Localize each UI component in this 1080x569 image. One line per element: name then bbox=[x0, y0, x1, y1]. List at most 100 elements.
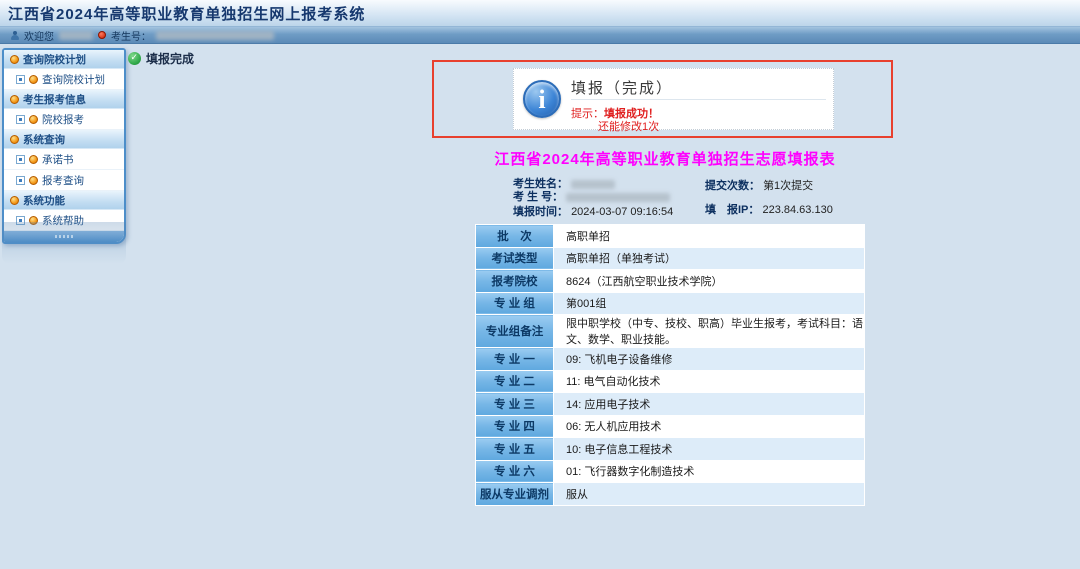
user-icon bbox=[10, 31, 19, 40]
row-label: 专 业 六 bbox=[476, 460, 554, 483]
sidebar-group-header[interactable]: 查询院校计划 bbox=[4, 50, 124, 69]
info-icon bbox=[523, 80, 561, 118]
table-row: 考试类型 高职单招（单独考试） bbox=[476, 247, 865, 270]
table-row: 专 业 一 09: 飞机电子设备维修 bbox=[476, 348, 865, 371]
row-value: 限中职学校（中专、技校、职高）毕业生报考，考试科目：语文、数学、职业技能。 bbox=[554, 315, 865, 348]
info-left-column: 考生姓名： 考 生 号： 填报时间： 2024-03-07 09:16:54 bbox=[513, 178, 673, 219]
sidebar-group-header[interactable]: 系统功能 bbox=[4, 191, 124, 210]
application-table-body: 批 次 高职单招 考试类型 高职单招（单独考试） 报考院校 8624（江西航空职… bbox=[476, 225, 865, 506]
table-row: 批 次 高职单招 bbox=[476, 225, 865, 248]
row-value: 09: 飞机电子设备维修 bbox=[554, 348, 865, 371]
row-label: 专 业 二 bbox=[476, 370, 554, 393]
row-label: 专 业 四 bbox=[476, 415, 554, 438]
time-row: 填报时间： 2024-03-07 09:16:54 bbox=[513, 206, 673, 219]
row-value: 10: 电子信息工程技术 bbox=[554, 438, 865, 461]
sidebar-group-label: 查询院校计划 bbox=[23, 52, 86, 67]
success-message-line2: 还能修改1次 bbox=[598, 118, 659, 134]
success-title: 填报（完成） bbox=[571, 77, 673, 98]
folder-icon bbox=[10, 55, 19, 64]
table-row: 服从专业调剂 服从 bbox=[476, 483, 865, 506]
row-label: 专 业 三 bbox=[476, 393, 554, 416]
table-row: 专 业 三 14: 应用电子技术 bbox=[476, 393, 865, 416]
table-row: 专业组备注 限中职学校（中专、技校、职高）毕业生报考，考试科目：语文、数学、职业… bbox=[476, 315, 865, 348]
redacted-name bbox=[571, 180, 615, 189]
sidebar-item-label: 查询院校计划 bbox=[42, 72, 105, 87]
page-icon bbox=[29, 75, 38, 84]
redacted-candidate-no bbox=[156, 31, 274, 40]
row-value: 14: 应用电子技术 bbox=[554, 393, 865, 416]
sidebar-item[interactable]: 报考查询 bbox=[4, 170, 124, 191]
name-label: 考生姓名： bbox=[513, 178, 568, 190]
check-icon bbox=[128, 52, 141, 65]
row-label: 专业组备注 bbox=[476, 315, 554, 348]
folder-icon bbox=[10, 135, 19, 144]
submit-count-label: 提交次数： bbox=[705, 180, 760, 192]
table-row: 专 业 四 06: 无人机应用技术 bbox=[476, 415, 865, 438]
folder-icon bbox=[10, 95, 19, 104]
status-label: 填报完成 bbox=[146, 50, 194, 67]
row-label: 报考院校 bbox=[476, 270, 554, 293]
app-title-bar: 江西省2024年高等职业教育单独招生网上报考系统 bbox=[0, 0, 1080, 27]
page-icon bbox=[29, 115, 38, 124]
sidebar-group-header[interactable]: 考生报考信息 bbox=[4, 90, 124, 109]
table-row: 专 业 组 第001组 bbox=[476, 292, 865, 315]
id-badge-icon bbox=[98, 31, 106, 39]
time-label: 填报时间： bbox=[513, 206, 568, 218]
row-value: 服从 bbox=[554, 483, 865, 506]
ip-value: 223.84.63.130 bbox=[762, 204, 832, 216]
sidebar-item[interactable]: 查询院校计划 bbox=[4, 69, 124, 90]
row-value: 11: 电气自动化技术 bbox=[554, 370, 865, 393]
success-box: 填报（完成） 提示：填报成功！ 还能修改1次 bbox=[513, 68, 834, 130]
table-row: 专 业 二 11: 电气自动化技术 bbox=[476, 370, 865, 393]
sidebar-item-label: 院校报考 bbox=[42, 112, 84, 127]
folder-icon bbox=[10, 196, 19, 205]
row-label: 专 业 五 bbox=[476, 438, 554, 461]
row-value: 06: 无人机应用技术 bbox=[554, 415, 865, 438]
row-label: 批 次 bbox=[476, 225, 554, 248]
row-value: 01: 飞行器数字化制造技术 bbox=[554, 460, 865, 483]
submit-count-value: 第1次提交 bbox=[763, 180, 813, 192]
sidebar-item[interactable]: 院校报考 bbox=[4, 109, 124, 130]
expand-icon[interactable] bbox=[16, 176, 25, 185]
status-line: 填报完成 bbox=[128, 50, 194, 67]
row-label: 专 业 一 bbox=[476, 348, 554, 371]
number-row: 考 生 号： bbox=[513, 191, 673, 204]
sidebar-group-label: 考生报考信息 bbox=[23, 92, 86, 107]
name-row: 考生姓名： bbox=[513, 178, 673, 191]
expand-icon[interactable] bbox=[16, 155, 25, 164]
row-value: 8624（江西航空职业技术学院） bbox=[554, 270, 865, 293]
table-row: 专 业 五 10: 电子信息工程技术 bbox=[476, 438, 865, 461]
ip-row: 填 报IP： 223.84.63.130 bbox=[705, 204, 833, 217]
row-value: 第001组 bbox=[554, 292, 865, 315]
row-label: 考试类型 bbox=[476, 247, 554, 270]
app-title: 江西省2024年高等职业教育单独招生网上报考系统 bbox=[8, 3, 365, 24]
application-table: 批 次 高职单招 考试类型 高职单招（单独考试） 报考院校 8624（江西航空职… bbox=[475, 224, 865, 506]
expand-icon[interactable] bbox=[16, 115, 25, 124]
form-title: 江西省2024年高等职业教育单独招生志愿填报表 bbox=[435, 148, 895, 169]
sidebar-menu: 查询院校计划 查询院校计划 考生报考信息 院校报考 系统查询 承诺书 报考查询 … bbox=[2, 48, 126, 244]
page: 江西省2024年高等职业教育单独招生网上报考系统 欢迎您 考生号： 查询院校计划… bbox=[0, 0, 1080, 569]
expand-icon[interactable] bbox=[16, 75, 25, 84]
row-value: 高职单招（单独考试） bbox=[554, 247, 865, 270]
table-row: 报考院校 8624（江西航空职业技术学院） bbox=[476, 270, 865, 293]
sidebar-group-label: 系统查询 bbox=[23, 132, 65, 147]
time-value: 2024-03-07 09:16:54 bbox=[571, 206, 673, 218]
candidate-no-label: 考生号： bbox=[111, 28, 151, 43]
page-icon bbox=[29, 176, 38, 185]
sidebar-reflection bbox=[2, 222, 126, 264]
redacted-number bbox=[566, 193, 670, 202]
sidebar-group-label: 系统功能 bbox=[23, 193, 65, 208]
sidebar-item-label: 报考查询 bbox=[42, 173, 84, 188]
submit-row: 提交次数： 第1次提交 bbox=[705, 180, 833, 193]
info-right-column: 提交次数： 第1次提交 填 报IP： 223.84.63.130 bbox=[705, 180, 833, 217]
table-row: 专 业 六 01: 飞行器数字化制造技术 bbox=[476, 460, 865, 483]
redacted-username bbox=[59, 31, 93, 40]
sidebar-item[interactable]: 承诺书 bbox=[4, 149, 124, 170]
number-label: 考 生 号： bbox=[513, 191, 563, 203]
page-icon bbox=[29, 155, 38, 164]
welcome-label: 欢迎您 bbox=[24, 28, 54, 43]
row-label: 服从专业调剂 bbox=[476, 483, 554, 506]
sidebar-group-header[interactable]: 系统查询 bbox=[4, 130, 124, 149]
row-value: 高职单招 bbox=[554, 225, 865, 248]
divider bbox=[571, 99, 826, 100]
